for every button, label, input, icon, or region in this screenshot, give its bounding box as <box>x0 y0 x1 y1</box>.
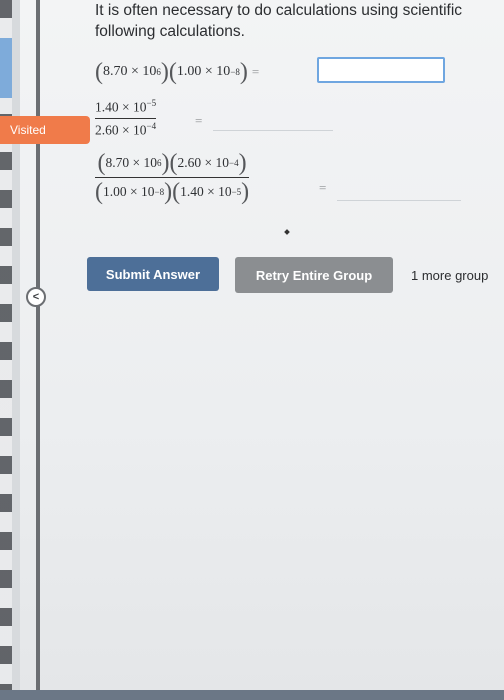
denominator-3: (1.00 × 10 −8) (1.40 × 10 −5) <box>95 179 250 205</box>
term-b-exponent: −8 <box>230 67 240 77</box>
answer-input-3[interactable] <box>337 200 461 201</box>
answer-input-2[interactable] <box>213 130 333 131</box>
rail-spacer <box>12 0 20 700</box>
question-intro: It is often necessary to do calculations… <box>95 0 504 42</box>
visited-tab[interactable]: Visited <box>0 116 90 144</box>
denominator: 2.60 × 10−4 <box>95 120 157 138</box>
expression-3: (8.70 × 10 6) (2.60 × 10 −4) (1.00 × 10 −8)… <box>95 150 250 205</box>
expression-1: ( 8.70 × 10 6 ) ( 1.00 × 10 −8 ) = <box>95 59 260 85</box>
submit-answer-button[interactable]: Submit Answer <box>87 257 219 291</box>
equals-sign-3: = <box>319 180 327 195</box>
chevron-left-icon[interactable]: < <box>26 287 46 307</box>
answer-input-1[interactable] <box>317 57 445 83</box>
expression-2: 1.40 × 10−5 2.60 × 10−4 <box>95 98 157 138</box>
equals-sign: = <box>251 64 260 79</box>
numerator: 1.40 × 10−5 <box>95 98 157 115</box>
retry-entire-group-button[interactable]: Retry Entire Group <box>235 257 393 293</box>
left-rail-strip <box>0 0 12 700</box>
equals-sign-2: = <box>195 113 203 128</box>
more-group-text: 1 more group <box>411 268 489 283</box>
numerator-3: (8.70 × 10 6) (2.60 × 10 −4) <box>97 150 247 176</box>
intro-line-1: It is often necessary to do calculations… <box>95 2 463 19</box>
fraction-bar <box>95 117 157 119</box>
term-a: 8.70 × 10 <box>103 64 157 79</box>
rail-line <box>36 0 40 700</box>
term-b: 1.00 × 10 <box>176 64 231 79</box>
active-rail-segment <box>0 38 12 98</box>
fraction-bar-3 <box>95 177 250 178</box>
bottom-bar <box>0 690 504 700</box>
intro-line-2: following calculations. <box>95 23 245 40</box>
visited-label: Visited <box>10 123 46 137</box>
page-background <box>0 0 504 700</box>
